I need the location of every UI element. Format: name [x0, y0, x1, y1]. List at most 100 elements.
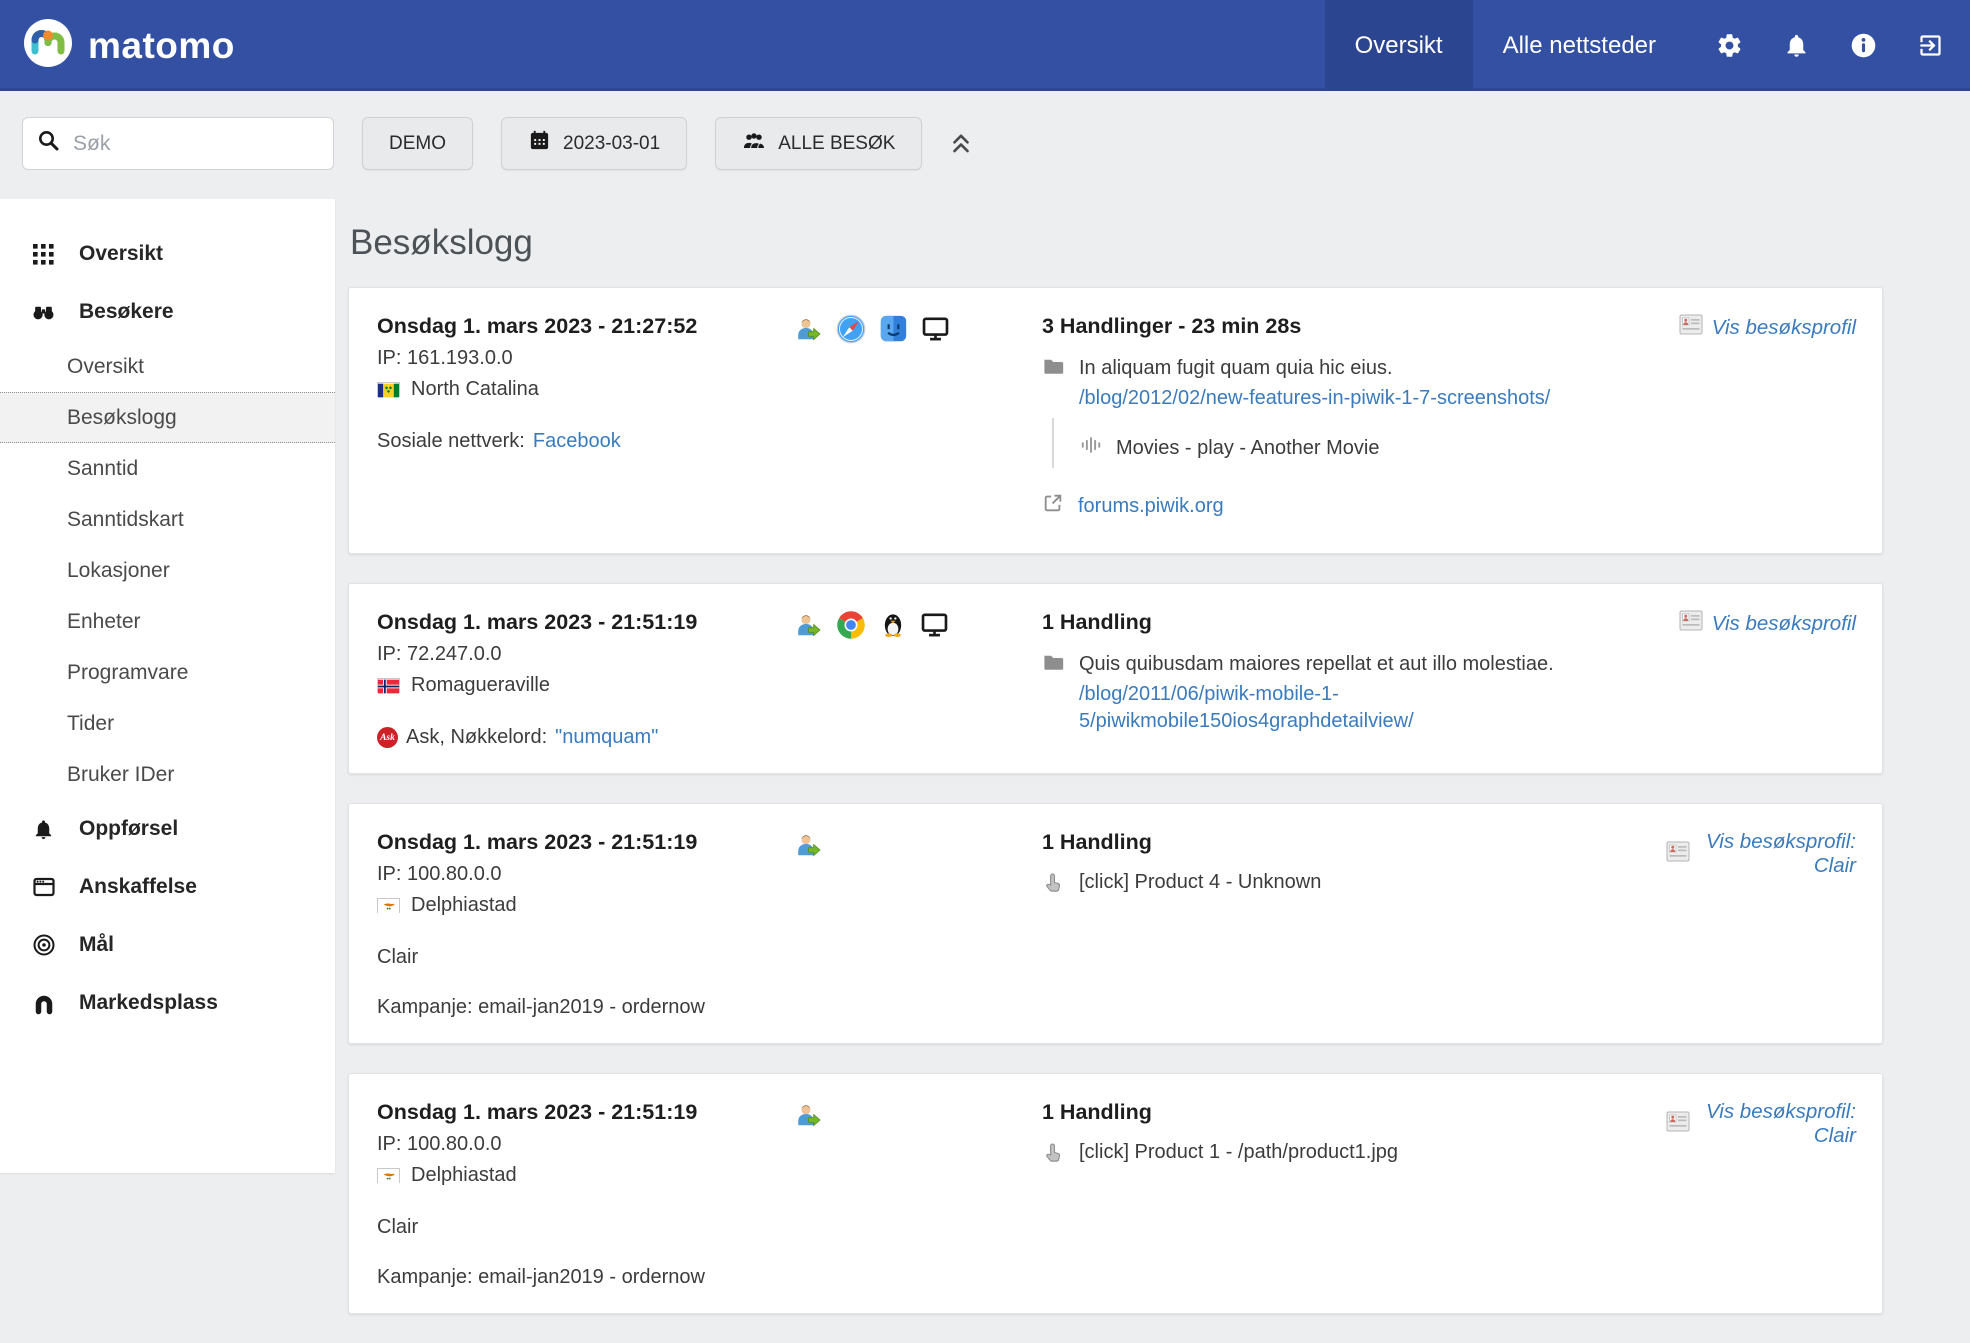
- search-box[interactable]: [22, 117, 334, 170]
- bell-icon: [30, 818, 57, 841]
- tab-alle-nettsteder[interactable]: Alle nettsteder: [1473, 0, 1686, 91]
- sidebar-item-lokasjoner[interactable]: Lokasjoner: [0, 545, 335, 596]
- toolbar: DEMO 2023-03-01 ALLE BESØK: [22, 117, 972, 170]
- flag-cyprus-icon: [377, 1168, 400, 1183]
- sidebar-item-besokere-oversikt[interactable]: Oversikt: [0, 341, 335, 392]
- actions-summary: 1 Handling: [1042, 1100, 1666, 1125]
- sidebar-item-label: Sanntid: [67, 457, 138, 481]
- sidebar-item-tider[interactable]: Tider: [0, 698, 335, 749]
- visitor-device-icons: [792, 314, 1042, 529]
- visit-actions: 1 Handling [click] Product 1 - /path/pro…: [1042, 1100, 1666, 1289]
- actions-summary: 1 Handling: [1042, 610, 1666, 635]
- outlink-link[interactable]: forums.piwik.org: [1078, 495, 1224, 518]
- date-range-label: 2023-03-01: [563, 133, 660, 155]
- visit-user-id: Clair: [377, 946, 792, 969]
- visit-card: Onsdag 1. mars 2023 - 21:51:19 IP: 72.24…: [348, 583, 1883, 774]
- visit-user-id: Clair: [377, 1216, 792, 1239]
- visit-location: Romagueraville: [411, 674, 550, 697]
- sidebar-item-markedsplass[interactable]: Markedsplass: [0, 974, 335, 1032]
- visit-ip: IP: 161.193.0.0: [377, 347, 792, 370]
- search-icon: [37, 129, 61, 158]
- sidebar-item-label: Besøkere: [79, 300, 174, 324]
- visitor-profile-label: Vis besøksprofil: [1712, 316, 1856, 340]
- visit-ip: IP: 100.80.0.0: [377, 1133, 792, 1156]
- visitor-profile-link[interactable]: Vis besøksprofil: Clair: [1666, 1100, 1856, 1148]
- sidebar-item-besokslogg[interactable]: Besøkslogg: [0, 392, 335, 443]
- event-rail: Movies - play - Another Movie: [1052, 418, 1666, 468]
- sidebar-item-sanntidskart[interactable]: Sanntidskart: [0, 494, 335, 545]
- flag-saint-vincent-icon: [377, 382, 400, 397]
- id-card-icon: [1666, 1111, 1690, 1138]
- sidebar-item-sanntid[interactable]: Sanntid: [0, 443, 335, 494]
- notifications-bell-icon[interactable]: [1783, 32, 1810, 59]
- sidebar-item-besokere[interactable]: Besøkere: [0, 283, 335, 341]
- referrer-keyword-link[interactable]: "numquam": [555, 726, 658, 749]
- visit-profile: Vis besøksprofil: [1666, 610, 1856, 749]
- visitor-device-icons: [792, 830, 1042, 1019]
- sidebar-item-enheter[interactable]: Enheter: [0, 596, 335, 647]
- sidebar-item-oversikt[interactable]: Oversikt: [0, 225, 335, 283]
- media-event: Movies - play - Another Movie: [1080, 434, 1666, 462]
- visit-info: Onsdag 1. mars 2023 - 21:51:19 IP: 72.24…: [377, 610, 792, 749]
- site-selector-label: DEMO: [389, 133, 446, 155]
- segment-selector-button[interactable]: ALLE BESØK: [715, 117, 922, 170]
- visit-profile: Vis besøksprofil: [1666, 314, 1856, 529]
- sidebar-item-label: Mål: [79, 933, 114, 957]
- visitor-profile-link[interactable]: Vis besøksprofil: [1679, 314, 1856, 341]
- pageview-title: Quis quibusdam maiores repellat et aut i…: [1079, 651, 1666, 678]
- sidebar-item-bruker-ider[interactable]: Bruker IDer: [0, 749, 335, 800]
- sidebar-item-label: Programvare: [67, 661, 188, 685]
- visit-campaign: Kampanje: email-jan2019 - ordernow: [377, 996, 792, 1019]
- sidebar-item-mal[interactable]: Mål: [0, 916, 335, 974]
- visitor-profile-label: Vis besøksprofil: [1712, 612, 1856, 636]
- returning-visitor-icon: [792, 830, 823, 867]
- visitor-profile-link[interactable]: Vis besøksprofil: [1679, 610, 1856, 637]
- main-content: Besøkslogg Onsdag 1. mars 2023 - 21:27:5…: [348, 199, 1883, 1343]
- returning-visitor-icon: [792, 610, 823, 647]
- visit-datetime: Onsdag 1. mars 2023 - 21:51:19: [377, 610, 792, 635]
- flag-cyprus-icon: [377, 898, 400, 913]
- folder-icon: [1042, 651, 1065, 680]
- click-event-text: [click] Product 4 - Unknown: [1079, 871, 1321, 894]
- sidebar-item-label: Besøkslogg: [67, 406, 177, 430]
- visit-card: Onsdag 1. mars 2023 - 21:51:19 IP: 100.8…: [348, 1073, 1883, 1314]
- sidebar-item-oppforsel[interactable]: Oppførsel: [0, 800, 335, 858]
- site-selector-button[interactable]: DEMO: [362, 117, 473, 170]
- search-input[interactable]: [73, 132, 319, 156]
- matomo-logo[interactable]: matomo: [24, 19, 235, 72]
- pageview-event: In aliquam fugit quam quia hic eius. /bl…: [1042, 355, 1666, 412]
- visit-referrer: Sosiale nettverk: Facebook: [377, 430, 792, 453]
- sidebar-item-label: Markedsplass: [79, 991, 218, 1015]
- visitor-profile-link[interactable]: Vis besøksprofil: Clair: [1666, 830, 1856, 878]
- chrome-browser-icon: [836, 610, 866, 646]
- click-event: [click] Product 1 - /path/product1.jpg: [1042, 1141, 1666, 1170]
- referrer-label: Sosiale nettverk:: [377, 430, 525, 453]
- info-icon[interactable]: [1850, 32, 1877, 59]
- sidebar-item-anskaffelse[interactable]: Anskaffelse: [0, 858, 335, 916]
- external-link-icon: [1042, 492, 1064, 520]
- logout-icon[interactable]: [1917, 32, 1944, 59]
- click-hand-icon: [1042, 1141, 1065, 1170]
- tab-label: Oversikt: [1355, 32, 1443, 60]
- pageview-url-link[interactable]: /blog/2012/02/new-features-in-piwik-1-7-…: [1079, 387, 1550, 409]
- pageview-url-link[interactable]: /blog/2011/06/piwik-mobile-1-5/piwikmobi…: [1079, 683, 1414, 732]
- left-sidebar: Oversikt Besøkere Oversikt Besøkslogg Sa…: [0, 199, 335, 1173]
- tab-oversikt[interactable]: Oversikt: [1325, 0, 1473, 91]
- sidebar-item-label: Enheter: [67, 610, 141, 634]
- sidebar-item-label: Oversikt: [79, 242, 163, 266]
- binoculars-icon: [30, 300, 57, 325]
- collapse-chevrons-icon[interactable]: [950, 132, 972, 156]
- sidebar-item-programvare[interactable]: Programvare: [0, 647, 335, 698]
- settings-gear-icon[interactable]: [1716, 32, 1743, 59]
- referrer-link[interactable]: Facebook: [533, 430, 621, 453]
- id-card-icon: [1666, 841, 1690, 868]
- visit-datetime: Onsdag 1. mars 2023 - 21:27:52: [377, 314, 792, 339]
- sidebar-item-label: Sanntidskart: [67, 508, 184, 532]
- visit-referrer: Ask Ask, Nøkkelord: "numquam": [377, 726, 792, 749]
- date-range-button[interactable]: 2023-03-01: [501, 117, 687, 170]
- visit-ip: IP: 100.80.0.0: [377, 863, 792, 886]
- desktop-monitor-icon: [920, 610, 949, 645]
- page-title: Besøkslogg: [350, 223, 1883, 263]
- marketplace-arch-icon: [30, 991, 57, 1015]
- flag-norway-icon: [377, 678, 400, 693]
